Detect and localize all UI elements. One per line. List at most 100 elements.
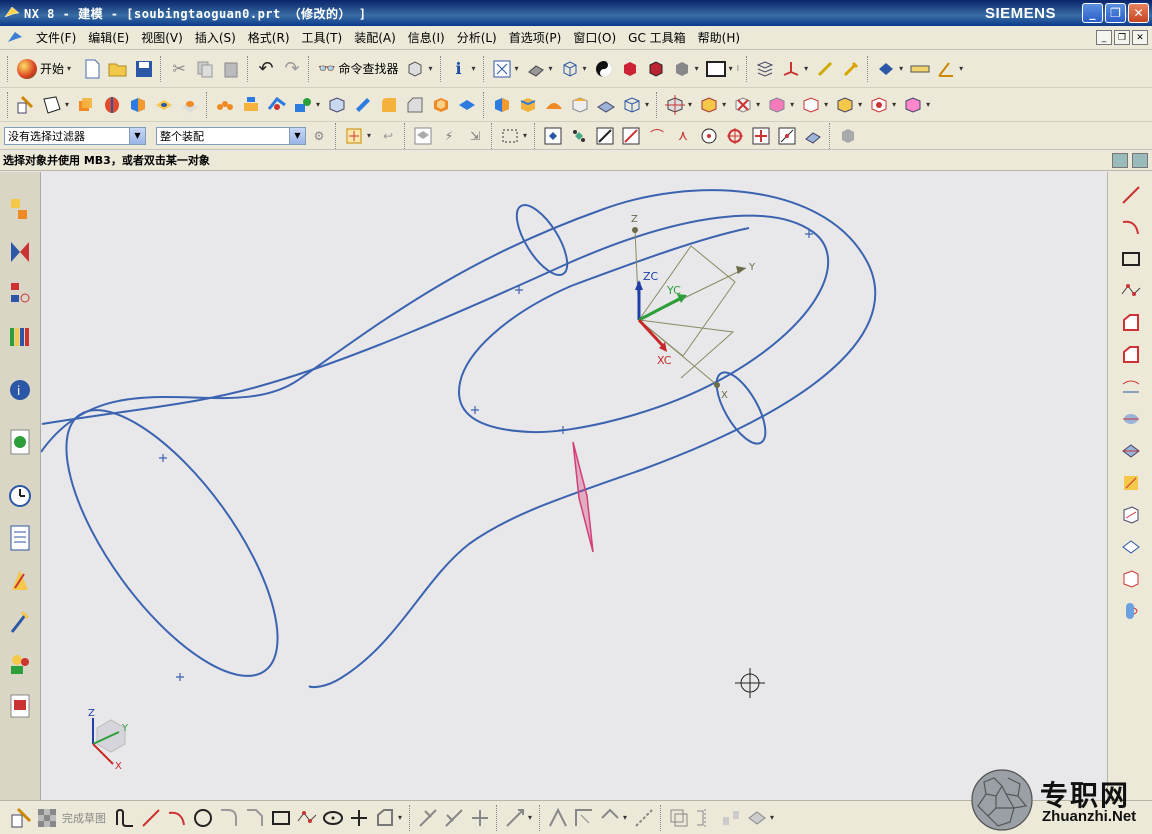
doc-close-button[interactable]: ✕: [1132, 30, 1148, 45]
doc-restore-button[interactable]: ❐: [1114, 30, 1130, 45]
revolve-button[interactable]: [100, 93, 124, 117]
snap-line-button[interactable]: [593, 124, 617, 148]
bridge-curve-button[interactable]: [1118, 566, 1144, 592]
command-finder-button[interactable]: 👓 命令查找器: [314, 60, 402, 77]
profile-button[interactable]: [112, 805, 138, 831]
trim-body-button[interactable]: [325, 93, 349, 117]
menu-tools[interactable]: 工具(T): [296, 29, 349, 46]
enable-snap-point-button[interactable]: [541, 124, 565, 148]
doc-minimize-button[interactable]: _: [1096, 30, 1112, 45]
save-button[interactable]: [132, 57, 156, 81]
snap-existing-point-button[interactable]: [749, 124, 773, 148]
view-cube-button[interactable]: [403, 57, 427, 81]
boss-button[interactable]: [178, 93, 202, 117]
extrude-button[interactable]: [74, 93, 98, 117]
draft-button[interactable]: [455, 93, 479, 117]
selection-scope-select[interactable]: 整个装配 ▼: [156, 126, 306, 145]
system-scene-tab[interactable]: [6, 688, 34, 724]
nx-app-icon[interactable]: [4, 5, 20, 21]
snap-on-curve-button[interactable]: [775, 124, 799, 148]
pattern-face-button[interactable]: [799, 93, 823, 117]
copy-face-button[interactable]: [765, 93, 789, 117]
shaded-button[interactable]: [592, 57, 616, 81]
thicken-button[interactable]: [594, 93, 618, 117]
undo-button[interactable]: ↶: [254, 57, 278, 81]
iso-curve-button[interactable]: [1118, 502, 1144, 528]
menu-window[interactable]: 窗口(O): [567, 29, 622, 46]
angle-button[interactable]: [934, 57, 958, 81]
mirror-curve-button[interactable]: [692, 805, 718, 831]
cut-button[interactable]: ✂: [167, 57, 191, 81]
convert-reference-button[interactable]: [631, 805, 657, 831]
sketch-fillet-button[interactable]: [216, 805, 242, 831]
menu-help[interactable]: 帮助(H): [692, 29, 746, 46]
block-button[interactable]: [126, 93, 150, 117]
orient-view-button[interactable]: [524, 57, 548, 81]
synchronous-modeling-button[interactable]: [697, 93, 721, 117]
menu-insert[interactable]: 插入(S): [189, 29, 242, 46]
cue-grid-icon[interactable]: [1112, 153, 1128, 168]
snap-intersection-button[interactable]: ⋏: [671, 124, 695, 148]
type-filter-select[interactable]: 没有选择过滤器 ▼: [4, 126, 146, 145]
mirror-button[interactable]: [239, 93, 263, 117]
menu-format[interactable]: 格式(R): [242, 29, 296, 46]
delete-face-button[interactable]: [731, 93, 755, 117]
datum-plane-button[interactable]: [40, 93, 64, 117]
sketch-chamfer-button[interactable]: [242, 805, 268, 831]
snap-arc-center-button[interactable]: [697, 124, 721, 148]
menu-analysis[interactable]: 分析(L): [451, 29, 503, 46]
quick-trim-button[interactable]: [415, 805, 441, 831]
sketch-ellipse-button[interactable]: [320, 805, 346, 831]
selection-intent-button[interactable]: [342, 124, 366, 148]
sketch-task-button[interactable]: [8, 805, 34, 831]
left-section-ellipse[interactable]: [41, 379, 315, 708]
part-navigator-tab[interactable]: [6, 276, 34, 312]
top-section-ellipse[interactable]: [507, 198, 577, 283]
unite-button[interactable]: [291, 93, 315, 117]
patch-button[interactable]: [568, 93, 592, 117]
shell-button[interactable]: [429, 93, 453, 117]
snap-toggle-button[interactable]: ⚡: [437, 124, 461, 148]
restore-button[interactable]: ❐: [1105, 3, 1126, 23]
sketch-point-button[interactable]: [346, 805, 372, 831]
show-hide-button[interactable]: [836, 124, 860, 148]
wcs-button[interactable]: [779, 57, 803, 81]
snap-midpoint-button[interactable]: [619, 124, 643, 148]
selection-arrow-button[interactable]: [874, 57, 898, 81]
extract-button[interactable]: [265, 93, 289, 117]
reuse-library-tab[interactable]: [6, 318, 34, 354]
system-materials-tab[interactable]: [6, 520, 34, 556]
general-filter-button[interactable]: ⚙: [307, 124, 331, 148]
rectangle-button[interactable]: [1118, 246, 1144, 272]
finish-sketch-button[interactable]: [34, 805, 60, 831]
sketch-rectangle-button[interactable]: [268, 805, 294, 831]
project-curve-button[interactable]: [1118, 374, 1144, 400]
manufacturing-wizards-tab[interactable]: [6, 604, 34, 640]
project-button[interactable]: [744, 805, 770, 831]
wireframe-button[interactable]: [558, 57, 582, 81]
snap-on-surface-button[interactable]: [801, 124, 825, 148]
info-button[interactable]: ℹ: [447, 57, 471, 81]
document-menu-icon[interactable]: [6, 30, 24, 46]
show-constraints-button[interactable]: [597, 805, 623, 831]
web-browser-tab[interactable]: [6, 424, 34, 460]
inner-guide-curve[interactable]: [41, 214, 830, 434]
undo-select-button[interactable]: ↩: [376, 124, 400, 148]
quick-extend-button[interactable]: [441, 805, 467, 831]
assembly-navigator-tab[interactable]: [6, 192, 34, 228]
rectangle-select-button[interactable]: [498, 124, 522, 148]
sketch-line-button[interactable]: [138, 805, 164, 831]
menu-edit[interactable]: 编辑(E): [82, 29, 135, 46]
feature-select-button[interactable]: ⇲: [463, 124, 487, 148]
line-button[interactable]: [1118, 182, 1144, 208]
new-button[interactable]: [80, 57, 104, 81]
extract-curve-button[interactable]: [1118, 470, 1144, 496]
pattern-curve-button[interactable]: [718, 805, 744, 831]
sketch-circle-button[interactable]: [190, 805, 216, 831]
tool-button[interactable]: [839, 57, 863, 81]
snap-button[interactable]: [813, 57, 837, 81]
hd3d-tools-tab[interactable]: i: [6, 372, 34, 408]
sew-button[interactable]: [542, 93, 566, 117]
dimension-button[interactable]: [502, 805, 528, 831]
constraint-navigator-tab[interactable]: [6, 234, 34, 270]
